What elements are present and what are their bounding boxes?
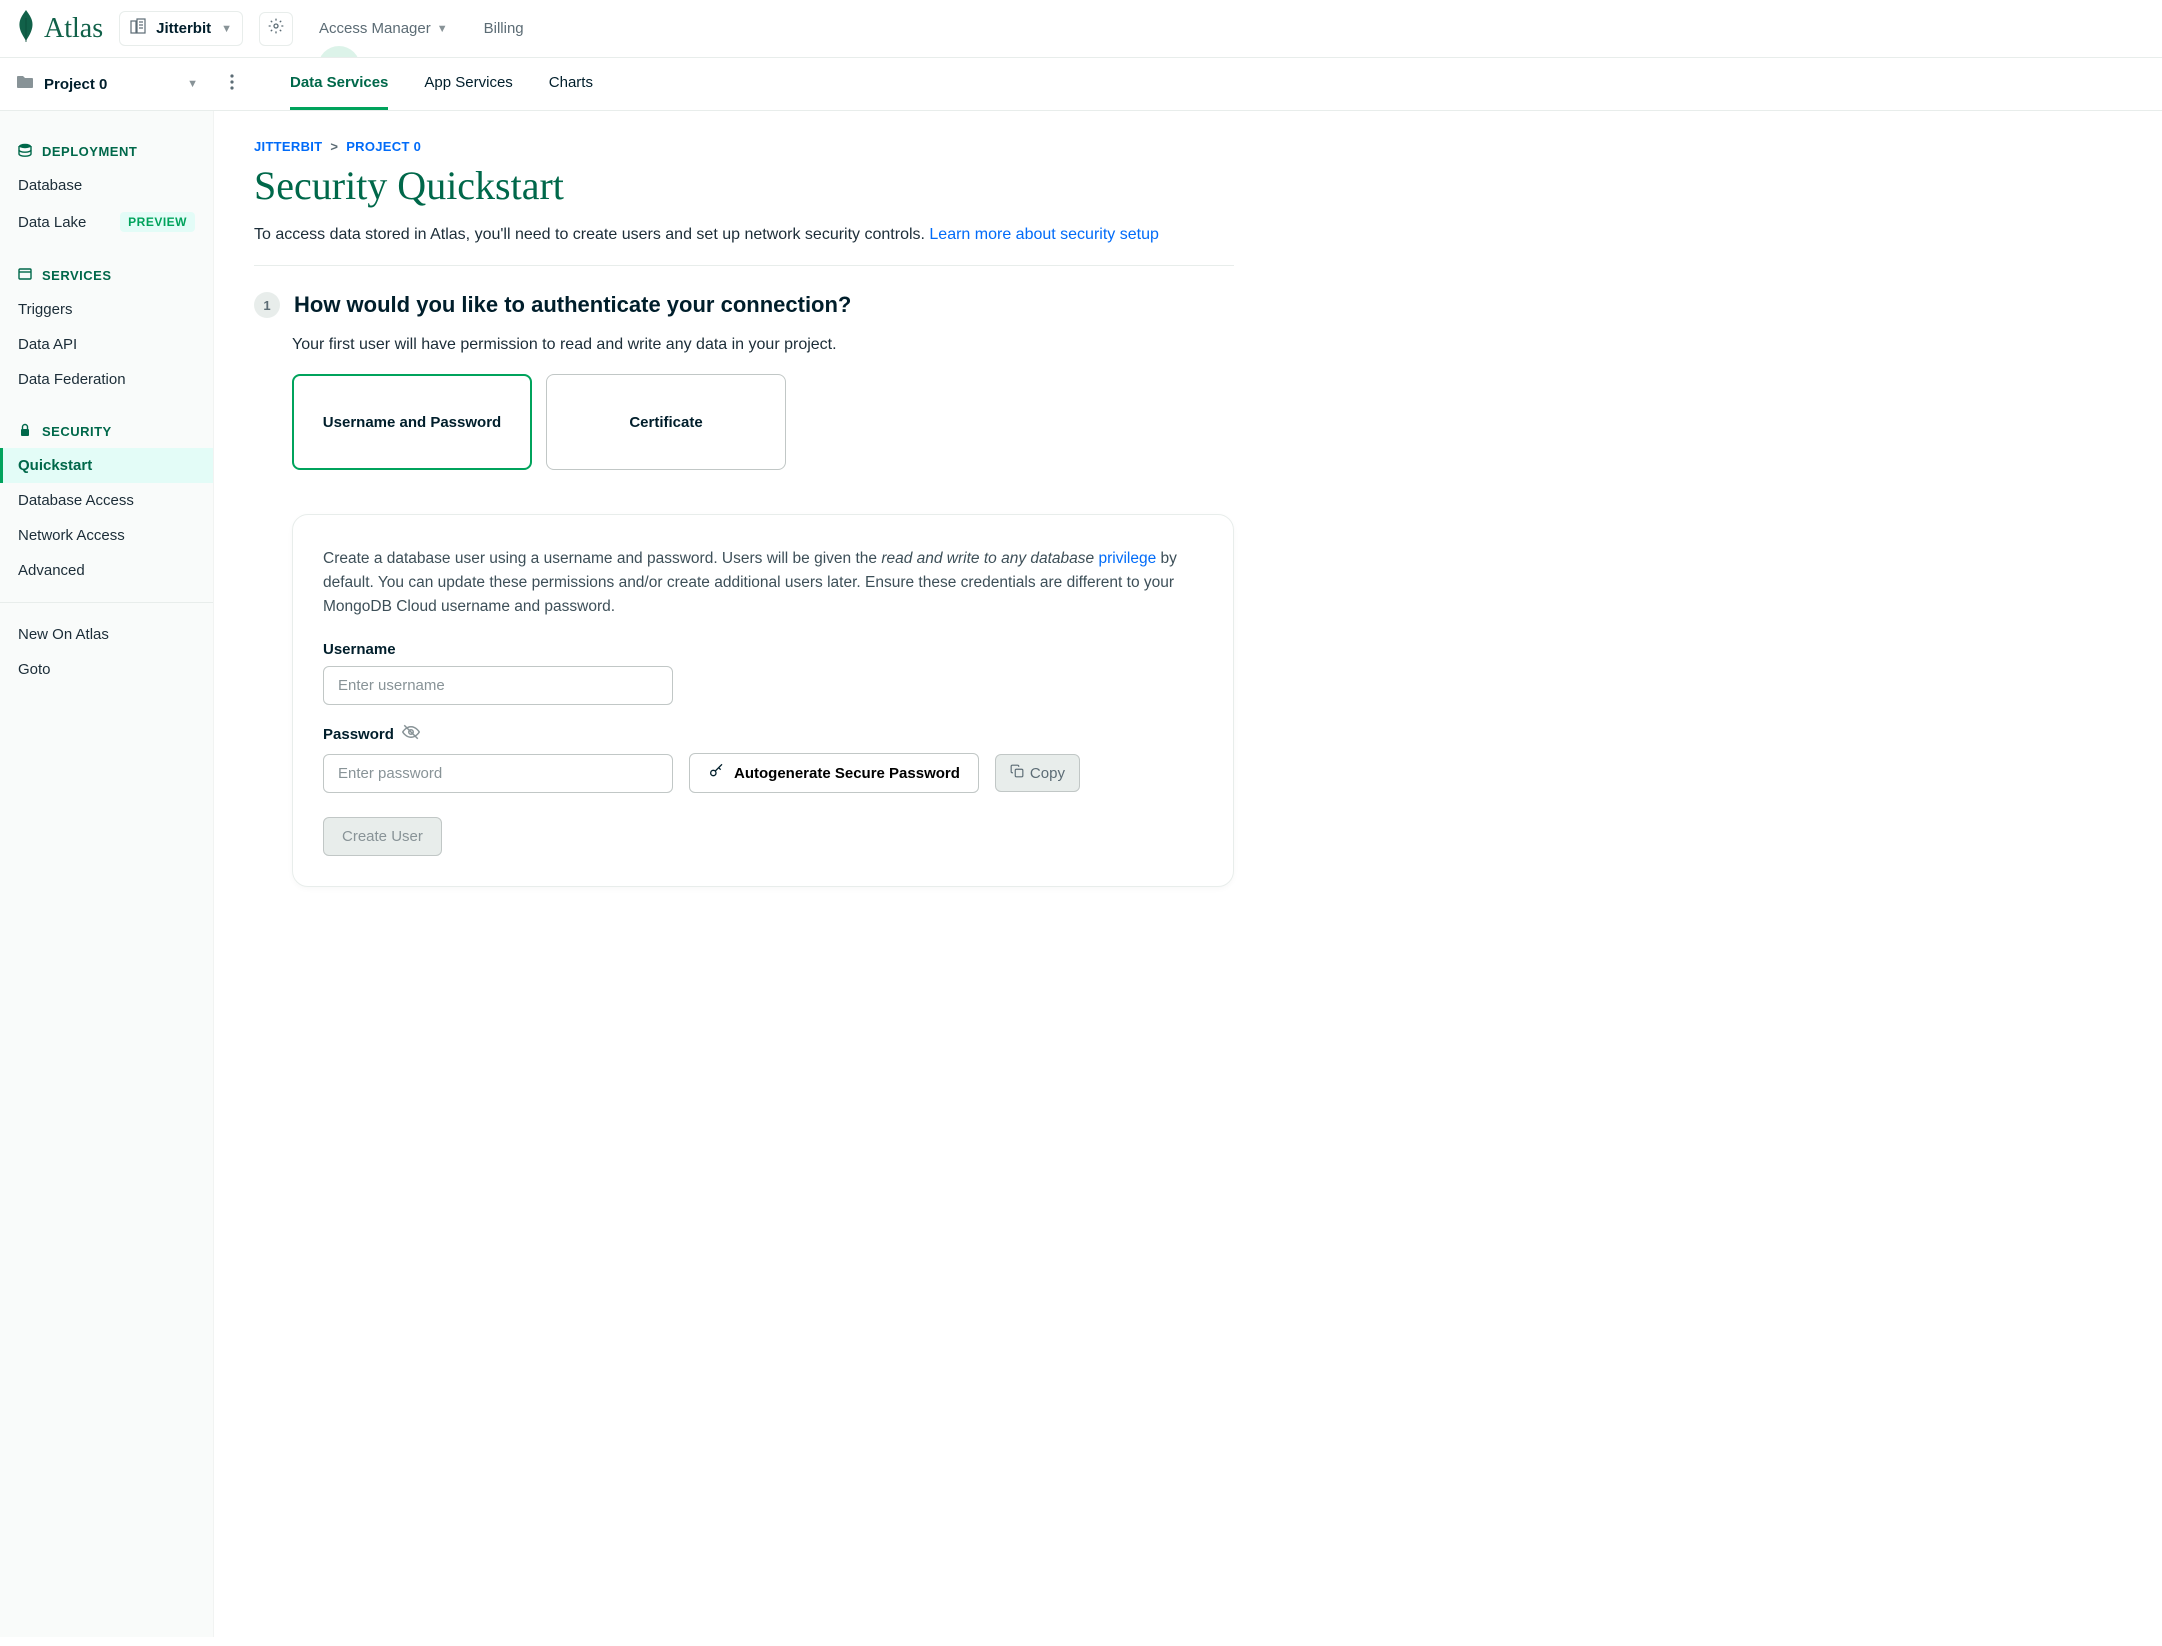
lock-icon: [18, 423, 32, 440]
eye-off-icon[interactable]: [402, 723, 420, 745]
page-title: Security Quickstart: [254, 162, 1234, 209]
services-icon: [18, 267, 32, 284]
autogen-password-button[interactable]: Autogenerate Secure Password: [689, 753, 979, 793]
form-desc-em: read and write to any database: [881, 550, 1098, 567]
form-desc-1: Create a database user using a username …: [323, 550, 881, 567]
intro-text: To access data stored in Atlas, you'll n…: [254, 226, 929, 243]
logo[interactable]: Atlas: [16, 10, 103, 47]
sidebar-deployment-title: DEPLOYMENT: [42, 144, 137, 159]
main-tabs: Data Services App Services Charts: [250, 58, 593, 110]
sidebar-item-goto[interactable]: Goto: [0, 652, 213, 687]
autogen-label: Autogenerate Secure Password: [734, 765, 960, 782]
step-number: 1: [254, 292, 280, 318]
billing-link[interactable]: Billing: [474, 14, 534, 43]
project-name: Project 0: [44, 76, 107, 93]
step-1: 1 How would you like to authenticate you…: [254, 292, 1234, 887]
sidebar-security-title: SECURITY: [42, 424, 112, 439]
chevron-down-icon: ▼: [187, 78, 198, 90]
auth-option-certificate[interactable]: Certificate: [546, 374, 786, 470]
tab-app-services[interactable]: App Services: [424, 58, 512, 110]
sidebar-section-deployment: DEPLOYMENT: [0, 135, 213, 168]
password-input[interactable]: [323, 754, 673, 793]
learn-more-link[interactable]: Learn more about security setup: [929, 226, 1158, 243]
org-settings-button[interactable]: [259, 12, 293, 46]
page-intro: To access data stored in Atlas, you'll n…: [254, 223, 1234, 266]
tab-charts[interactable]: Charts: [549, 58, 593, 110]
sidebar-item-new[interactable]: New On Atlas: [0, 617, 213, 652]
project-selector[interactable]: Project 0 ▼: [0, 60, 214, 109]
form-description: Create a database user using a username …: [323, 547, 1203, 619]
gear-icon: [268, 18, 284, 39]
sidebar-section-services: SERVICES: [0, 259, 213, 292]
sidebar-item-triggers[interactable]: Triggers: [0, 292, 213, 327]
sidebar-item-dbaccess[interactable]: Database Access: [0, 483, 213, 518]
billing-label: Billing: [484, 20, 524, 37]
sidebar-datalake-label: Data Lake: [18, 214, 86, 231]
sidebar: DEPLOYMENT Database Data Lake PREVIEW SE…: [0, 111, 214, 1637]
sidebar-section-security: SECURITY: [0, 415, 213, 448]
sidebar-item-database[interactable]: Database: [0, 168, 213, 203]
chevron-down-icon: ▼: [221, 23, 232, 35]
project-bar: Project 0 ▼ Data Services App Services C…: [0, 58, 2162, 111]
logo-text: Atlas: [44, 13, 103, 45]
step-title: How would you like to authenticate your …: [294, 292, 851, 318]
copy-icon: [1010, 764, 1024, 782]
password-label: Password: [323, 723, 1203, 745]
sidebar-item-netaccess[interactable]: Network Access: [0, 518, 213, 553]
auth-option-password[interactable]: Username and Password: [292, 374, 532, 470]
copy-label: Copy: [1030, 765, 1065, 782]
project-kebab-menu[interactable]: [214, 74, 250, 95]
chevron-down-icon: ▼: [437, 23, 448, 35]
copy-button[interactable]: Copy: [995, 754, 1080, 792]
sidebar-item-advanced[interactable]: Advanced: [0, 553, 213, 588]
username-label: Username: [323, 641, 1203, 658]
access-manager-label: Access Manager: [319, 20, 431, 37]
privilege-link[interactable]: privilege: [1098, 550, 1156, 567]
password-label-text: Password: [323, 726, 394, 743]
breadcrumb-org[interactable]: JITTERBIT: [254, 139, 322, 154]
auth-options: Username and Password Certificate: [292, 374, 1234, 470]
main-content: JITTERBIT > PROJECT 0 Security Quickstar…: [214, 111, 1274, 1637]
sidebar-item-dataapi[interactable]: Data API: [0, 327, 213, 362]
sidebar-item-datalake[interactable]: Data Lake PREVIEW: [0, 203, 213, 241]
breadcrumb-project[interactable]: PROJECT 0: [346, 139, 421, 154]
database-icon: [18, 143, 32, 160]
top-bar: Atlas Jitterbit ▼ Access Manager ▼ Billi…: [0, 0, 2162, 58]
org-name: Jitterbit: [156, 20, 211, 37]
sidebar-services-title: SERVICES: [42, 268, 112, 283]
leaf-icon: [16, 10, 36, 47]
user-form-card: Create a database user using a username …: [292, 514, 1234, 887]
create-user-button[interactable]: Create User: [323, 817, 442, 856]
org-selector[interactable]: Jitterbit ▼: [119, 11, 243, 46]
org-icon: [130, 18, 146, 39]
username-input[interactable]: [323, 666, 673, 705]
breadcrumb: JITTERBIT > PROJECT 0: [254, 139, 1234, 154]
kebab-icon: [230, 74, 234, 95]
step-description: Your first user will have permission to …: [292, 336, 1234, 354]
sidebar-item-federation[interactable]: Data Federation: [0, 362, 213, 397]
folder-icon: [16, 74, 34, 95]
key-icon: [708, 763, 724, 783]
preview-badge: PREVIEW: [120, 212, 195, 232]
breadcrumb-sep: >: [330, 139, 338, 154]
tab-data-services[interactable]: Data Services: [290, 58, 388, 110]
access-manager-menu[interactable]: Access Manager ▼: [309, 14, 458, 43]
sidebar-item-quickstart[interactable]: Quickstart: [0, 448, 213, 483]
